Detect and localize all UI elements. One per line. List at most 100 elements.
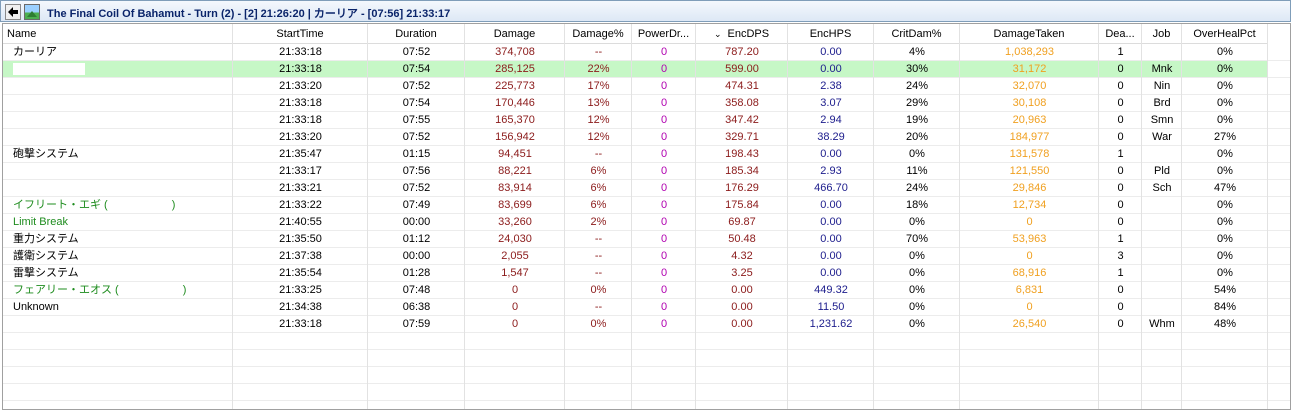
column-header-damagetaken[interactable]: DamageTaken [960,24,1099,44]
column-header-powerdrain[interactable]: PowerDr... [632,24,696,44]
cell-damage: 83,699 [498,199,532,211]
cell-damagepct: 0% [590,284,607,296]
table-row[interactable]: 雷撃システム 21:35:54 01:28 1,547 -- 0 3.25 0.00 0% 68,… [3,265,1290,282]
cell-duration: 00:00 [402,250,431,262]
cell-name: フェアリー・エオス () [3,282,233,298]
column-header-encdps[interactable]: ⌄ EncDPS [696,24,788,44]
cell-encdps: 599.00 [725,63,759,75]
table-row[interactable]: Limit Break 21:40:55 00:00 33,260 2% 0 69.87 0.… [3,214,1290,231]
cell-damage: 2,055 [501,250,529,262]
cell-overheal: 0% [1217,114,1233,126]
cell-job: Nin [1153,80,1171,92]
column-header-damage[interactable]: Damage [465,24,565,44]
table-row[interactable]: 21:33:20 07:52 156,942 12% 0 329.71 38.29 20% 18… [3,129,1290,146]
cell-name-suffix: ) [182,284,187,296]
cell-name [3,78,233,94]
table-row[interactable]: カーリア 21:33:18 07:52 374,708 -- 0 787.20 0.00 4% 1… [3,44,1290,61]
cell-critdam: 30% [905,63,929,75]
cell-duration: 07:49 [402,199,431,211]
column-header-label: DamageTaken [993,28,1065,40]
cell-encdps: 0.00 [731,301,753,313]
column-header-enchps[interactable]: EncHPS [788,24,874,44]
cell-job [1142,197,1182,213]
table-row[interactable]: 護衛システム 21:37:38 00:00 2,055 -- 0 4.32 0.00 0% 0 3 0… [3,248,1290,265]
cell-damage: 94,451 [498,148,532,160]
cell-powerdrain: 0 [660,80,668,92]
table-row[interactable]: フェアリー・エオス () 21:33:25 07:48 0 0% 0 0.00 449.32 0… [3,282,1290,299]
cell-powerdrain: 0 [660,284,668,296]
column-header-overheal[interactable]: OverHealPct [1182,24,1268,44]
cell-name-text: 砲撃システム [13,148,79,160]
cell-damagetaken: 53,963 [1012,233,1047,245]
cell-deaths: 0 [1117,199,1124,211]
cell-duration: 07:59 [402,318,431,330]
cell-damage: 156,942 [495,131,535,143]
cell-enchps: 2.38 [820,80,842,92]
cell-duration: 07:52 [402,131,431,143]
column-header-duration[interactable]: Duration [368,24,465,44]
table-row[interactable]: 21:33:21 07:52 83,914 6% 0 176.29 466.70 24% 29,… [3,180,1290,197]
cell-enchps: 0.00 [820,267,842,279]
table-row[interactable]: Unknown 21:34:38 06:38 0 -- 0 0.00 11.50 0% 0 0 84% [3,299,1290,316]
cell-overheal: 0% [1217,233,1233,245]
cell-damagetaken: 68,916 [1012,267,1047,279]
column-header-critdam[interactable]: CritDam% [874,24,960,44]
cell-name-text: カーリア [13,46,57,58]
column-header-label: Name [7,28,37,40]
column-header-start[interactable]: StartTime [233,24,368,44]
empty-row [3,384,1290,401]
cell-encdps: 4.32 [731,250,753,262]
column-header-deaths[interactable]: Dea... [1099,24,1142,44]
table-row[interactable]: イフリート・エギ () 21:33:22 07:49 83,699 6% 0 175.84 0… [3,197,1290,214]
cell-powerdrain: 0 [660,131,668,143]
table-body: カーリア 21:33:18 07:52 374,708 -- 0 787.20 0.00 4% 1… [3,44,1290,409]
table-row[interactable]: 21:33:18 07:54 170,446 13% 0 358.08 3.07 29% 30,… [3,95,1290,112]
back-arrow-icon[interactable] [5,4,21,20]
cell-duration: 07:54 [402,97,431,109]
cell-job [1142,231,1182,247]
cell-encdps: 474.31 [725,80,759,92]
cell-name-text: Unknown [13,301,59,313]
cell-encdps: 347.42 [725,114,759,126]
cell-damage: 165,370 [495,114,535,126]
cell-damage: 285,125 [495,63,535,75]
cell-name [3,180,233,196]
cell-damagetaken: 184,977 [1009,131,1050,143]
table-row[interactable]: 21:33:18 07:54 285,125 22% 0 599.00 0.00 30% 31,… [3,61,1290,78]
table-row[interactable]: 21:33:18 07:55 165,370 12% 0 347.42 2.94 19% 20,… [3,112,1290,129]
cell-overheal: 47% [1213,182,1237,194]
cell-powerdrain: 0 [660,216,668,228]
column-header-name[interactable]: Name [3,24,233,44]
cell-enchps: 0.00 [820,63,842,75]
cell-start: 21:35:47 [279,148,322,160]
table-row[interactable]: 21:33:17 07:56 88,221 6% 0 185.34 2.93 11% 121,5… [3,163,1290,180]
cell-job [1142,265,1182,281]
cell-damagetaken: 31,172 [1012,63,1047,75]
cell-duration: 07:52 [402,182,431,194]
table-row[interactable]: 重力システム 21:35:50 01:12 24,030 -- 0 50.48 0.00 70%… [3,231,1290,248]
cell-damagepct: 13% [587,97,610,109]
table-row[interactable]: 21:33:18 07:59 0 0% 0 0.00 1,231.62 0% 26,540 0 Wh… [3,316,1290,333]
cell-overheal: 0% [1217,97,1233,109]
column-header-damagepct[interactable]: Damage% [565,24,632,44]
cell-start: 21:33:18 [279,318,322,330]
cell-damage: 24,030 [498,233,532,245]
cell-damagepct: 12% [587,114,610,126]
cell-duration: 07:56 [402,165,431,177]
table-row[interactable]: 砲撃システム 21:35:47 01:15 94,451 -- 0 198.43 0.00 0%… [3,146,1290,163]
cell-enchps: 2.93 [820,165,842,177]
cell-damage: 83,914 [498,182,532,194]
cell-name: 護衛システム [3,248,233,264]
cell-name-text: 重力システム [13,233,79,245]
table-row[interactable]: 21:33:20 07:52 225,773 17% 0 474.31 2.38 24% 32,… [3,78,1290,95]
column-header-job[interactable]: Job [1142,24,1182,44]
column-header-label: Duration [395,28,437,40]
cell-name: イフリート・エギ () [3,197,233,213]
cell-critdam: 4% [909,46,925,58]
window-title-bar: The Final Coil Of Bahamut - Turn (2) - [… [0,0,1291,22]
cell-enchps: 38.29 [817,131,845,143]
cell-overheal: 0% [1217,199,1233,211]
cell-name [3,163,233,179]
cell-overheal: 0% [1217,63,1233,75]
cell-start: 21:33:25 [279,284,322,296]
